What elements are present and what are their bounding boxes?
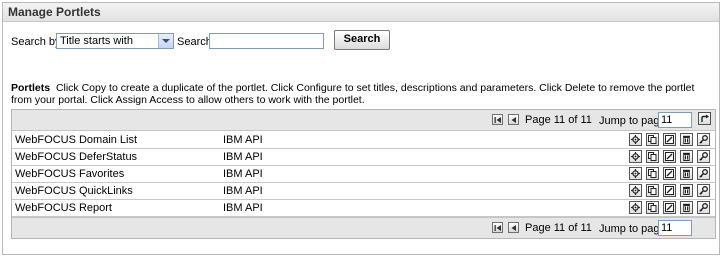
delete-icon[interactable]	[680, 201, 693, 214]
pager-top: Page 11 of 11 Jump to page:	[12, 110, 715, 131]
portlets-table: Page 11 of 11 Jump to page: WebFOCUS Dom…	[11, 109, 716, 239]
portlet-name: WebFOCUS Report	[15, 202, 112, 214]
key-icon[interactable]	[697, 133, 710, 146]
edit-icon[interactable]	[663, 133, 676, 146]
search-button[interactable]: Search	[334, 30, 390, 50]
panel-title: Manage Portlets	[8, 5, 101, 19]
gear-icon[interactable]	[629, 167, 642, 180]
delete-icon[interactable]	[680, 133, 693, 146]
edit-icon[interactable]	[663, 150, 676, 163]
edit-icon[interactable]	[663, 201, 676, 214]
portlet-row: WebFOCUS QuickLinks IBM API	[12, 182, 715, 200]
key-icon[interactable]	[697, 150, 710, 163]
gear-icon[interactable]	[629, 184, 642, 197]
page-info: Page 11 of 11	[525, 114, 592, 126]
edit-icon[interactable]	[663, 184, 676, 197]
delete-icon[interactable]	[680, 150, 693, 163]
previous-page-icon[interactable]	[508, 114, 519, 125]
portlet-row: WebFOCUS Domain List IBM API	[12, 131, 715, 149]
copy-icon[interactable]	[646, 150, 659, 163]
gear-icon[interactable]	[629, 150, 642, 163]
portlets-description: Portlets Click Copy to create a duplicat…	[11, 82, 711, 106]
previous-page-icon[interactable]	[508, 222, 519, 233]
panel-header: Manage Portlets	[3, 3, 719, 22]
pager-bottom: Page 11 of 11 Jump to page:	[12, 217, 715, 238]
copy-icon[interactable]	[646, 201, 659, 214]
gear-icon[interactable]	[629, 133, 642, 146]
portlet-type: IBM API	[223, 185, 263, 197]
portlet-name: WebFOCUS QuickLinks	[15, 185, 133, 197]
chevron-down-icon[interactable]	[158, 34, 173, 48]
portlet-name: WebFOCUS Favorites	[15, 168, 125, 180]
portlet-type: IBM API	[223, 202, 263, 214]
delete-icon[interactable]	[680, 167, 693, 180]
go-arrow-icon[interactable]	[698, 112, 711, 125]
copy-icon[interactable]	[646, 184, 659, 197]
gear-icon[interactable]	[629, 201, 642, 214]
delete-icon[interactable]	[680, 184, 693, 197]
copy-icon[interactable]	[646, 133, 659, 146]
portlet-row: WebFOCUS DeferStatus IBM API	[12, 148, 715, 166]
portlet-row: WebFOCUS Favorites IBM API	[12, 165, 715, 183]
jump-to-page-input[interactable]	[658, 112, 692, 128]
key-icon[interactable]	[697, 201, 710, 214]
portlet-type: IBM API	[223, 168, 263, 180]
manage-portlets-panel: Manage Portlets Search by: Title starts …	[2, 2, 720, 255]
portlet-type: IBM API	[223, 151, 263, 163]
key-icon[interactable]	[697, 184, 710, 197]
first-page-icon[interactable]	[492, 222, 503, 233]
portlet-type: IBM API	[223, 134, 263, 146]
edit-icon[interactable]	[663, 167, 676, 180]
key-icon[interactable]	[697, 167, 710, 180]
search-by-value: Title starts with	[60, 35, 133, 47]
search-by-select[interactable]: Title starts with	[56, 33, 174, 49]
portlets-heading: Portlets	[11, 82, 51, 94]
jump-to-page-input[interactable]	[658, 220, 692, 236]
description-text: Click Copy to create a duplicate of the …	[11, 82, 695, 106]
portlet-name: WebFOCUS Domain List	[15, 134, 138, 146]
portlet-row: WebFOCUS Report IBM API	[12, 199, 715, 217]
search-input[interactable]	[209, 33, 324, 49]
page-info: Page 11 of 11	[525, 222, 592, 234]
copy-icon[interactable]	[646, 167, 659, 180]
portlet-name: WebFOCUS DeferStatus	[15, 151, 138, 163]
first-page-icon[interactable]	[492, 114, 503, 125]
